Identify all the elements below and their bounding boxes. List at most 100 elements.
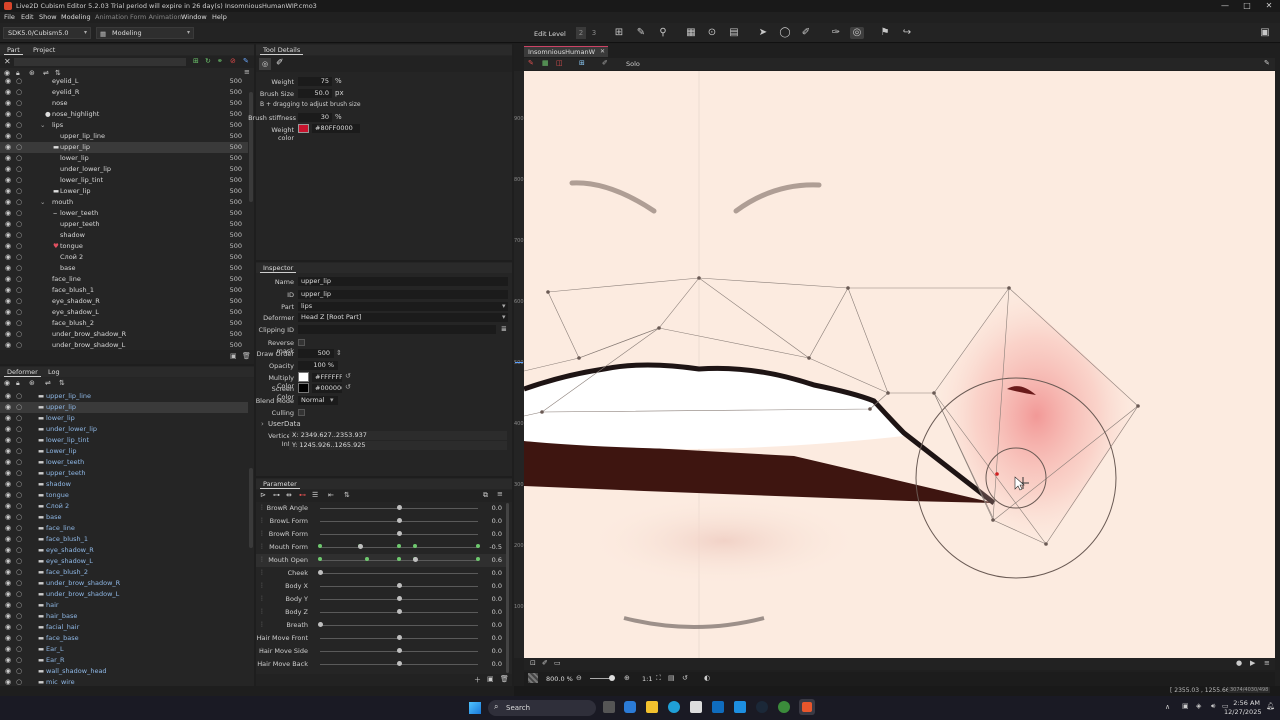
reverse-mask-checkbox[interactable] xyxy=(298,339,305,346)
deformer-row[interactable]: ◉ ○ ▬ upper_lip xyxy=(0,402,248,413)
parameter-row[interactable]: ⋮ Body Z 0.0 xyxy=(256,606,506,619)
folder-icon[interactable]: ▣ xyxy=(487,675,494,683)
close-button[interactable]: ✕ xyxy=(1258,0,1280,12)
keyform-dot[interactable] xyxy=(318,544,322,548)
lock-icon[interactable]: ○ xyxy=(16,391,22,402)
part-row[interactable]: ◉ ○ eye_shadow_R 500 xyxy=(0,296,248,307)
deformer-row[interactable]: ◉ ○ ▬ face_line xyxy=(0,523,248,534)
parameter-row[interactable]: ⋮ Hair Move Front 0.0 xyxy=(256,632,506,645)
parameter-row[interactable]: ⋮ Breath 0.0 xyxy=(256,619,506,632)
parameter-slider-handle[interactable] xyxy=(397,661,402,666)
eye-icon[interactable]: ◉ xyxy=(5,490,11,501)
parameter-value[interactable]: 0.0 xyxy=(492,634,502,642)
lock-icon[interactable]: ○ xyxy=(16,545,22,556)
eye-icon[interactable]: ◉ xyxy=(5,186,11,197)
eye-icon[interactable]: ◉ xyxy=(5,164,11,175)
chevron-down-icon[interactable]: ⌄ xyxy=(40,120,45,131)
arrow-tool-icon[interactable]: ➤ xyxy=(756,27,770,39)
weight-paint-icon[interactable]: ✑ xyxy=(829,27,843,39)
fit-icon[interactable]: ⊞ xyxy=(579,59,585,67)
parameter-value[interactable]: 0.0 xyxy=(492,621,502,629)
eye-icon[interactable]: ◉ xyxy=(5,296,11,307)
lock-icon[interactable]: ○ xyxy=(16,512,22,523)
opacity-input[interactable]: 100 % xyxy=(298,361,338,370)
keyform-dot[interactable] xyxy=(412,544,417,548)
lock-icon[interactable]: ○ xyxy=(16,622,22,633)
part-row[interactable]: ◉ ○ shadow 500 xyxy=(0,230,248,241)
lock-icon[interactable]: ○ xyxy=(16,589,22,600)
layout-icon[interactable]: ▤ xyxy=(727,27,741,39)
store-icon[interactable] xyxy=(690,701,702,713)
grid-icon[interactable]: ▦ xyxy=(542,59,549,67)
model-canvas[interactable] xyxy=(524,71,1275,658)
eye-icon[interactable]: ◉ xyxy=(5,208,11,219)
menu-help[interactable]: Help xyxy=(212,13,227,21)
parameter-slider-handle[interactable] xyxy=(318,622,323,627)
parameter-value[interactable]: 0.0 xyxy=(492,569,502,577)
circle-icon[interactable]: ● xyxy=(1236,659,1242,667)
eye-icon[interactable]: ◉ xyxy=(5,175,11,186)
parameter-value[interactable]: -0.5 xyxy=(489,543,502,551)
lock-icon[interactable]: ○ xyxy=(16,296,22,307)
part-row[interactable]: ◉ ○ eyelid_L 500 xyxy=(0,76,248,87)
brush-stiffness-input[interactable]: 30 xyxy=(298,113,332,122)
lock-icon[interactable]: ○ xyxy=(16,318,22,329)
eye-icon[interactable]: ◉ xyxy=(5,567,11,578)
steam-icon[interactable] xyxy=(756,701,768,713)
menu-icon[interactable]: ≡ xyxy=(244,68,250,76)
eye-icon[interactable]: ◉ xyxy=(5,501,11,512)
search-box[interactable]: ⌕ Search xyxy=(488,700,596,716)
part-select[interactable]: lips xyxy=(298,302,508,311)
mesh-edit-icon[interactable]: ⊞ xyxy=(612,27,626,39)
lock-icon[interactable]: ○ xyxy=(16,175,22,186)
fit-view-icon[interactable]: ⛶ xyxy=(656,674,661,683)
maximize-button[interactable]: □ xyxy=(1236,0,1258,12)
cubism-taskbar-button[interactable] xyxy=(799,699,815,715)
parameter-row[interactable]: ⋮ Body X 0.0 xyxy=(256,580,506,593)
parameter-value[interactable]: 0.6 xyxy=(492,556,502,564)
lock-icon[interactable]: ○ xyxy=(16,142,22,153)
menu-window[interactable]: Window xyxy=(181,13,207,21)
solo-toggle[interactable]: Solo xyxy=(626,60,640,68)
zoom-slider-handle[interactable] xyxy=(609,675,615,681)
part-row[interactable]: ◉ ○ eye_shadow_L 500 xyxy=(0,307,248,318)
parameter-scrollbar[interactable] xyxy=(506,503,509,673)
eye-icon[interactable]: ◉ xyxy=(5,131,11,142)
lock-icon[interactable]: ○ xyxy=(16,457,22,468)
chevron-down-icon[interactable]: ⌄ xyxy=(40,197,45,208)
eye-icon[interactable]: ◉ xyxy=(5,263,11,274)
part-row[interactable]: ◉ ○ nose 500 xyxy=(0,98,248,109)
sort-icon[interactable]: ⇅ xyxy=(344,491,350,499)
deformer-row[interactable]: ◉ ○ ▬ Lower_lip xyxy=(0,446,248,457)
deformer-row[interactable]: ◉ ○ ▬ base xyxy=(0,512,248,523)
file-explorer-icon[interactable] xyxy=(646,701,658,713)
part-row[interactable]: ◉ ○ upper_lip_line 500 xyxy=(0,131,248,142)
delete-icon[interactable]: ⊘ xyxy=(230,57,236,65)
eye-icon[interactable]: ◉ xyxy=(5,534,11,545)
parameter-row[interactable]: ⋮ Cheek 0.0 xyxy=(256,567,506,580)
clipping-list-icon[interactable]: ≣ xyxy=(501,325,507,333)
reset-icon[interactable]: ↺ xyxy=(345,383,351,391)
lock-icon[interactable]: ○ xyxy=(16,523,22,534)
keyform-dot[interactable] xyxy=(476,544,480,548)
lock-icon[interactable]: ○ xyxy=(16,468,22,479)
edit-level-2-button[interactable]: 2 xyxy=(576,27,586,39)
tab-part[interactable]: Part xyxy=(4,46,23,55)
lock-icon[interactable]: ○ xyxy=(16,655,22,666)
pick-icon[interactable]: ✕ xyxy=(4,57,11,66)
eyedropper-icon[interactable]: ✐ xyxy=(542,659,548,667)
eye-icon[interactable]: ◉ xyxy=(5,677,11,685)
lock-icon[interactable]: ○ xyxy=(16,340,22,350)
screen-color-swatch[interactable] xyxy=(298,383,309,393)
parameter-row[interactable]: ⋮ Mouth Open 0.6 xyxy=(256,554,506,567)
tab-log[interactable]: Log xyxy=(45,368,63,376)
deformer-row[interactable]: ◉ ○ ▬ under_brow_shadow_L xyxy=(0,589,248,600)
lock-icon[interactable]: ○ xyxy=(16,219,22,230)
parameter-slider-handle[interactable] xyxy=(318,570,323,575)
lock-icon[interactable]: ○ xyxy=(16,263,22,274)
collapse-icon[interactable]: ⇌ xyxy=(45,379,51,387)
lock-icon[interactable]: ○ xyxy=(16,76,22,87)
pin-part-icon[interactable]: ✎ xyxy=(243,57,249,65)
deformer-row[interactable]: ◉ ○ ▬ eye_shadow_L xyxy=(0,556,248,567)
sort-icon[interactable]: ⇅ xyxy=(59,379,65,387)
